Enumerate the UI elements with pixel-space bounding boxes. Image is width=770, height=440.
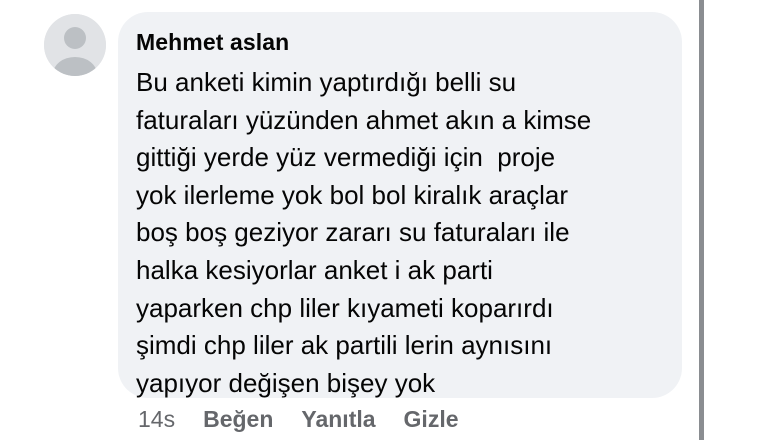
comment-text-line: şimdi chp liler ak partili lerin aynısın… bbox=[136, 330, 553, 361]
comment-timestamp[interactable]: 14s bbox=[138, 406, 175, 433]
comment-text-line: halka kesiyorlar anket i ak parti bbox=[136, 254, 493, 285]
comment-text-line: boş boş geziyor zararı su faturaları ile bbox=[136, 217, 570, 248]
comment-actions: 14s Beğen Yanıtla Gizle bbox=[138, 406, 459, 433]
comment-text-line: faturaları yüzünden ahmet akın a kimse bbox=[136, 104, 592, 135]
comment-thread: Mehmet aslan Bu anketi kimin yaptırdığı … bbox=[0, 0, 770, 440]
hide-button[interactable]: Gizle bbox=[404, 406, 459, 433]
comment-text-line: gittiği yerde yüz vermediği için proje bbox=[136, 142, 556, 173]
reply-button[interactable]: Yanıtla bbox=[301, 406, 375, 433]
comment-text-line: Bu anketi kimin yaptırdığı belli su bbox=[136, 67, 517, 97]
default-user-icon bbox=[44, 14, 106, 76]
like-button[interactable]: Beğen bbox=[203, 406, 273, 433]
comment-text-line: yok ilerleme yok bol bol kiralık araçlar bbox=[136, 179, 569, 210]
comment-text-line: yaparken chp liler kıyameti koparırdı bbox=[136, 292, 554, 323]
vertical-divider bbox=[699, 0, 704, 440]
avatar[interactable] bbox=[44, 14, 106, 76]
comment-text-line: yapıyor değişen bişey yok bbox=[136, 367, 436, 398]
comment-body: Bu anketi kimin yaptırdığı belli su fatu… bbox=[136, 64, 676, 402]
comment-author-name[interactable]: Mehmet aslan bbox=[136, 29, 289, 56]
